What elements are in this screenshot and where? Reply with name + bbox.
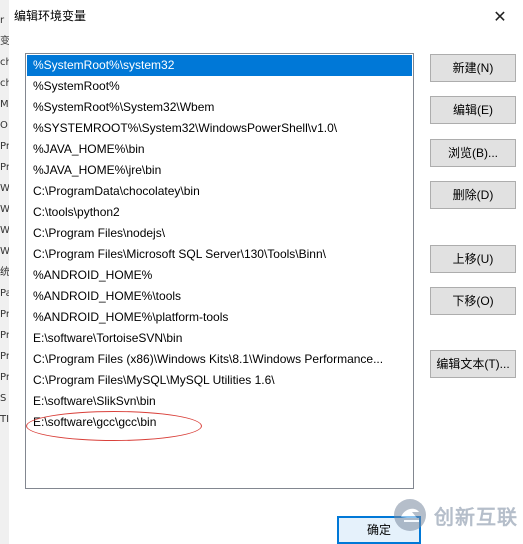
watermark-text: 创新互联 (434, 504, 518, 529)
edit-button[interactable]: 编辑(E) (430, 96, 516, 124)
path-list[interactable]: %SystemRoot%\system32 %SystemRoot% %System… (25, 53, 414, 489)
move-up-button[interactable]: 上移(U) (430, 245, 516, 273)
background-window-text: TI (0, 414, 9, 425)
background-window-text: 变 (0, 36, 9, 47)
path-list-item[interactable]: %ANDROID_HOME% (27, 265, 412, 286)
close-icon: ✕ (493, 6, 507, 26)
background-window-text: M (0, 99, 9, 110)
dialog-title: 编辑环境变量 (14, 9, 87, 23)
background-window-text: 统 (0, 267, 9, 278)
background-window-text: ch (0, 57, 9, 68)
background-window-text: r (0, 15, 5, 26)
new-button[interactable]: 新建(N) (430, 54, 516, 82)
background-window-text: Pa (0, 288, 9, 299)
path-list-item[interactable]: C:\Program Files\nodejs\ (27, 223, 412, 244)
background-window-text: Pr (0, 330, 9, 341)
background-window-text: W (0, 183, 9, 194)
path-list-item[interactable]: C:\Program Files\MySQL\MySQL Utilities 1… (27, 370, 412, 391)
path-list-item[interactable]: %JAVA_HOME%\bin (27, 139, 412, 160)
path-list-item[interactable]: C:\Program Files (x86)\Windows Kits\8.1\… (27, 349, 412, 370)
close-button[interactable]: ✕ (477, 0, 523, 32)
path-list-item[interactable]: %SystemRoot%\system32 (27, 55, 412, 76)
background-window-text: O (0, 120, 8, 131)
path-list-item[interactable]: %ANDROID_HOME%\tools (27, 286, 412, 307)
delete-button[interactable]: 删除(D) (430, 181, 516, 209)
background-window-text: S (0, 393, 7, 404)
background-window-text: W (0, 204, 9, 215)
path-list-item[interactable]: E:\software\gcc\gcc\bin (27, 412, 412, 433)
background-window-text: Pr (0, 162, 9, 173)
background-window-text: W (0, 246, 9, 257)
background-window-text: Pr (0, 372, 9, 383)
background-window-text: ch (0, 78, 9, 89)
browse-button[interactable]: 浏览(B)... (430, 139, 516, 167)
path-list-item[interactable]: %SYSTEMROOT%\System32\WindowsPowerShell\… (27, 118, 412, 139)
background-window-text: Pr (0, 351, 9, 362)
background-window-text: Pr (0, 309, 9, 320)
path-list-item[interactable]: %SystemRoot%\System32\Wbem (27, 97, 412, 118)
path-list-item[interactable]: E:\software\TortoiseSVN\bin (27, 328, 412, 349)
title-bar[interactable]: 编辑环境变量 ✕ (9, 0, 523, 32)
path-list-item[interactable]: %JAVA_HOME%\jre\bin (27, 160, 412, 181)
background-window-text: Pr (0, 141, 9, 152)
path-list-item[interactable]: C:\tools\python2 (27, 202, 412, 223)
path-list-item[interactable]: C:\ProgramData\chocolatey\bin (27, 181, 412, 202)
watermark-logo-icon (394, 499, 426, 531)
background-window-text: W (0, 225, 9, 236)
path-list-item[interactable]: %ANDROID_HOME%\platform-tools (27, 307, 412, 328)
path-list-item[interactable]: C:\Program Files\Microsoft SQL Server\13… (27, 244, 412, 265)
edit-text-button[interactable]: 编辑文本(T)... (430, 350, 516, 378)
edit-environment-variable-dialog: 编辑环境变量 ✕ %SystemRoot%\system32 %SystemRoo… (9, 0, 523, 544)
watermark: 创新互联 (392, 495, 518, 535)
move-down-button[interactable]: 下移(O) (430, 287, 516, 315)
path-list-item[interactable]: %SystemRoot% (27, 76, 412, 97)
path-list-item[interactable]: E:\software\SlikSvn\bin (27, 391, 412, 412)
